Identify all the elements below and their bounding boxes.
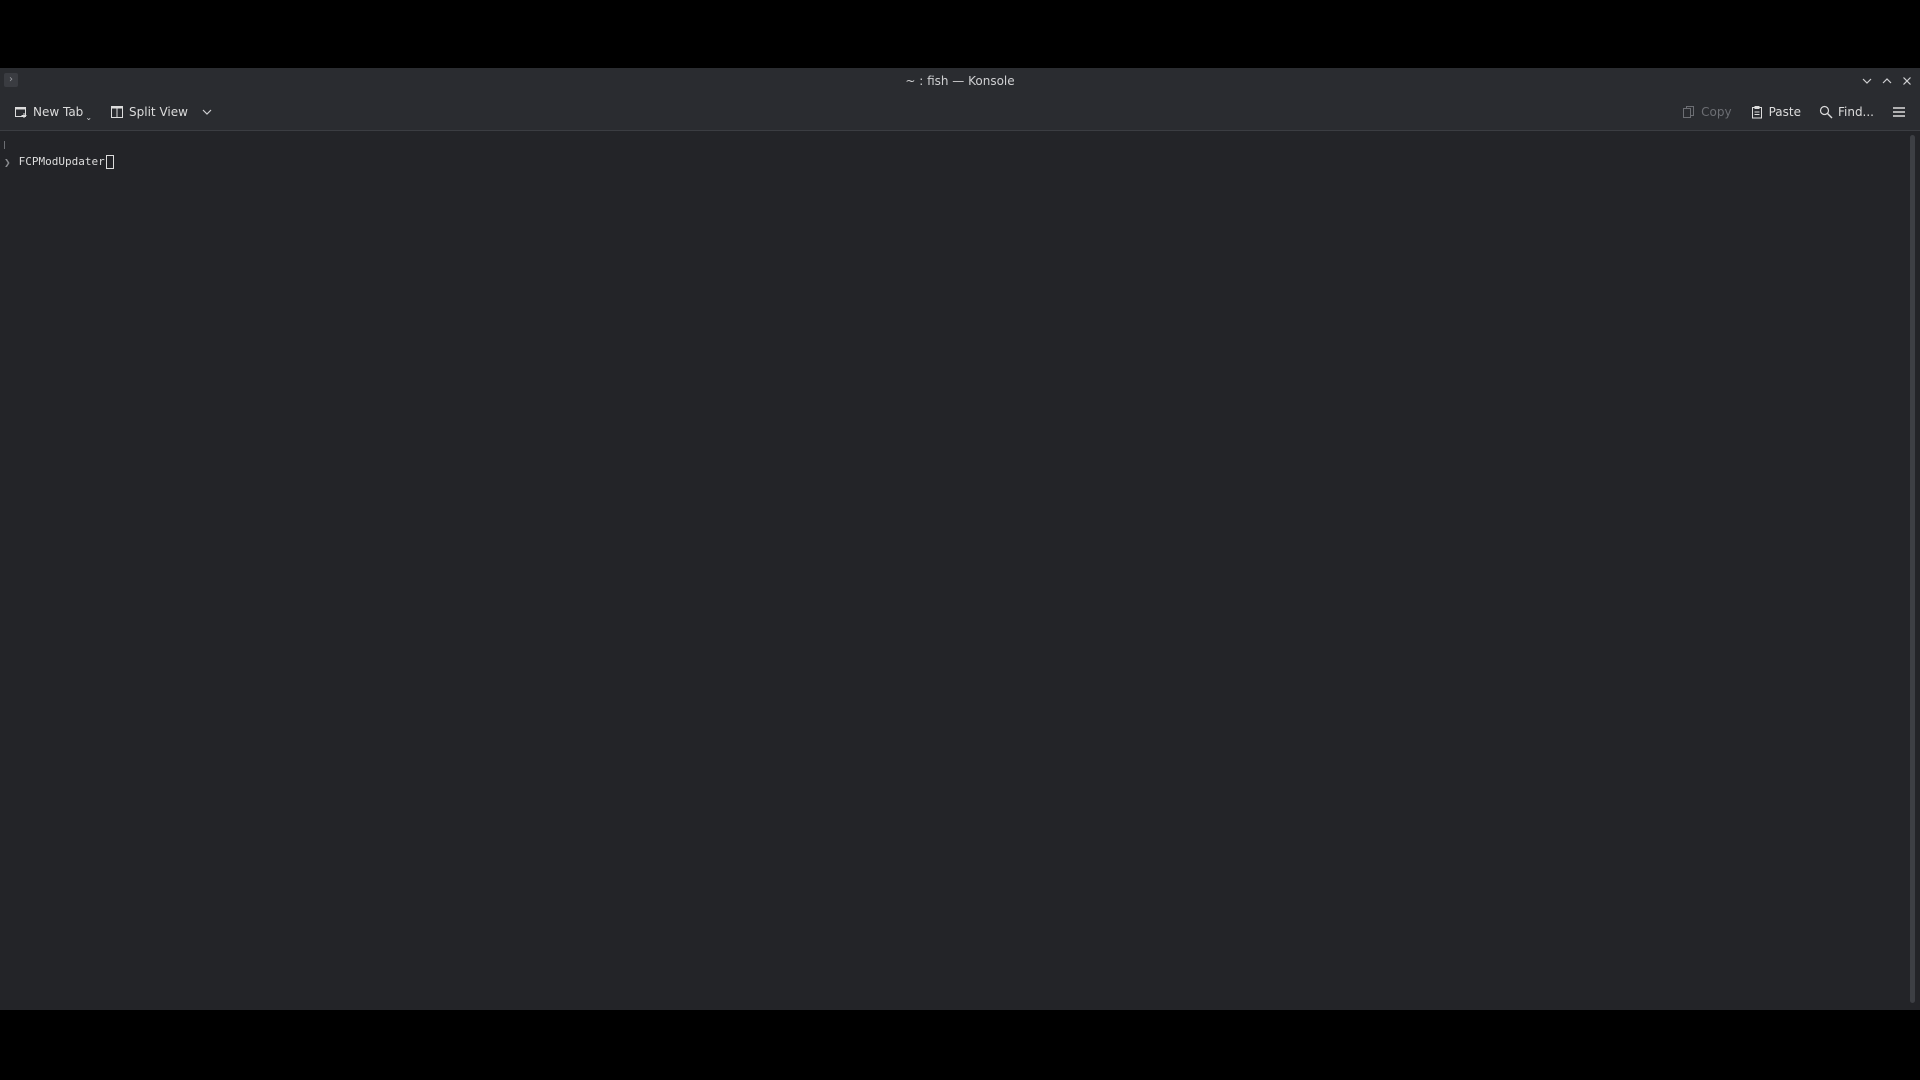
prompt-symbol: ❯ [4, 155, 11, 169]
split-view-button[interactable]: Split View [106, 99, 217, 125]
command-input[interactable]: FCPModUpdater [19, 155, 114, 169]
close-icon [1903, 77, 1911, 85]
minimize-button[interactable] [1860, 74, 1874, 88]
window-title: ~ : fish — Konsole [905, 74, 1015, 88]
terminal-scrollbar[interactable] [1904, 131, 1920, 1010]
title-bar[interactable]: › ~ : fish — Konsole [0, 68, 1920, 94]
chevron-down-icon [202, 109, 212, 115]
maximize-button[interactable] [1880, 74, 1894, 88]
prompt-line: ❯ FCPModUpdater [4, 155, 114, 169]
hamburger-menu-icon [1893, 107, 1905, 117]
prompt-marker [4, 141, 5, 149]
new-tab-button[interactable]: New Tab ⌄ [10, 99, 96, 125]
copy-icon [1683, 106, 1695, 118]
hamburger-menu-button[interactable] [1888, 99, 1910, 125]
terminal-area[interactable]: ❯ FCPModUpdater [0, 131, 1904, 1010]
main-toolbar: New Tab ⌄ Split View Copy Paste Find... [0, 94, 1920, 131]
paste-label: Paste [1768, 105, 1801, 119]
paste-button[interactable]: Paste [1746, 99, 1805, 125]
konsole-window: › ~ : fish — Konsole New Tab ⌄ Split Vie… [0, 68, 1920, 1010]
scrollbar-thumb[interactable] [1910, 135, 1915, 1003]
split-view-icon [111, 106, 124, 118]
chevron-up-icon [1882, 78, 1892, 84]
split-view-label: Split View [129, 105, 188, 119]
search-icon [1819, 105, 1833, 119]
command-text: FCPModUpdater [18, 155, 105, 168]
close-button[interactable] [1900, 74, 1914, 88]
chevron-down-icon [1862, 78, 1872, 84]
paste-icon [1751, 106, 1762, 119]
new-tab-icon [15, 107, 27, 118]
copy-label: Copy [1701, 105, 1732, 119]
find-label: Find... [1837, 105, 1874, 119]
window-controls [1860, 68, 1914, 94]
find-button[interactable]: Find... [1815, 99, 1878, 125]
new-tab-label: New Tab [33, 105, 84, 119]
text-cursor [105, 155, 114, 169]
new-tab-menu-indicator[interactable]: ⌄ [85, 113, 92, 122]
copy-button[interactable]: Copy [1678, 99, 1735, 125]
konsole-icon[interactable]: › [4, 73, 18, 87]
